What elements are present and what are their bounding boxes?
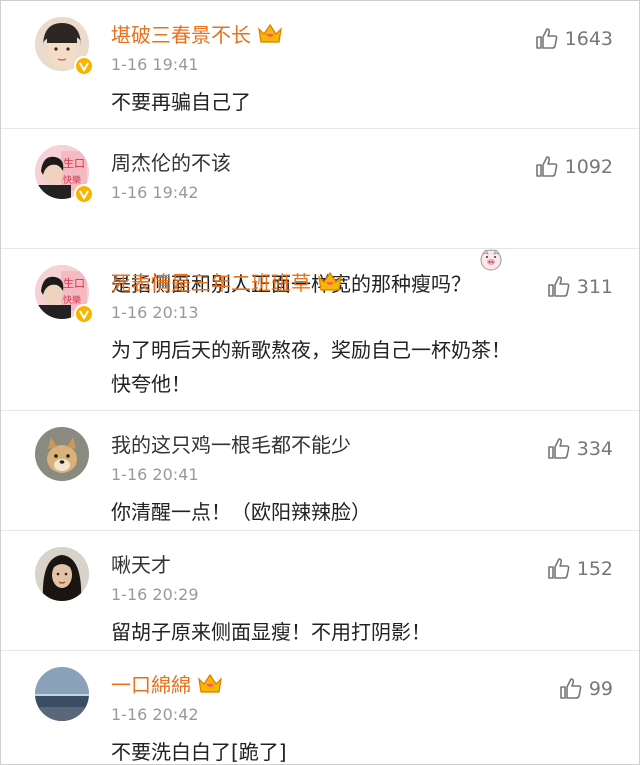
- like-count: 152: [576, 558, 613, 580]
- avatar[interactable]: [35, 547, 89, 601]
- like-button[interactable]: 1643: [535, 25, 613, 53]
- comment-list: 堪破三春景不长 1-16 19:41 不要再骗自己了 1643 生口 快樂 周杰…: [0, 0, 640, 765]
- comment-text: 不要再骗自己了: [111, 90, 251, 114]
- comment-time: 1-16 20:42: [111, 705, 199, 724]
- like-count: 311: [576, 276, 613, 298]
- verified-badge-icon: [74, 56, 94, 76]
- comment-text: 为了明后天的新歌熬夜，奖励自己一杯奶茶！ 快夸他！: [111, 338, 511, 396]
- like-count: 1643: [564, 28, 613, 50]
- thumbs-up-icon: [547, 275, 571, 299]
- like-count: 334: [576, 438, 613, 460]
- comment-text: 不要洗白白了[跪了]: [111, 740, 287, 764]
- verified-badge-icon: [74, 184, 94, 204]
- verified-badge-icon: [74, 304, 94, 324]
- comment-time: 1-16 20:13: [111, 303, 199, 322]
- username[interactable]: 死表情是三年二班班草: [111, 269, 343, 297]
- username[interactable]: 啾天才: [111, 551, 171, 579]
- comment-item: 啾天才 1-16 20:29 留胡子原来侧面显瘦！不用打阴影！ 152: [1, 531, 639, 651]
- svg-text:生口: 生口: [63, 156, 85, 170]
- like-button[interactable]: 99: [559, 675, 613, 703]
- comment-time: 1-16 20:41: [111, 465, 199, 484]
- like-button[interactable]: 334: [547, 435, 613, 463]
- username[interactable]: 堪破三春景不长: [111, 21, 283, 49]
- like-count: 1092: [564, 156, 613, 178]
- comment-item: 生口 快樂 死表情是三年二班班草 1-16 20:13 为了明后天的新歌熬夜，奖…: [1, 249, 639, 411]
- pig-face-emoji-icon: [479, 213, 503, 271]
- vip-crown-icon: [257, 21, 283, 45]
- avatar[interactable]: [35, 667, 89, 721]
- thumbs-up-icon: [547, 437, 571, 461]
- comment-item: 一口綿綿 1-16 20:42 不要洗白白了[跪了] 99: [1, 651, 639, 764]
- comment-time: 1-16 20:29: [111, 585, 199, 604]
- comment-time: 1-16 19:41: [111, 55, 199, 74]
- thumbs-up-icon: [535, 27, 559, 51]
- like-button[interactable]: 152: [547, 555, 613, 583]
- avatar[interactable]: [35, 427, 89, 481]
- thumbs-up-icon: [559, 677, 583, 701]
- svg-text:生口: 生口: [63, 276, 85, 290]
- like-button[interactable]: 1092: [535, 153, 613, 181]
- username[interactable]: 周杰伦的不该: [111, 149, 231, 177]
- username[interactable]: 一口綿綿: [111, 671, 223, 699]
- thumbs-up-icon: [535, 155, 559, 179]
- comment-text: 你清醒一点！（欧阳辣辣脸）: [111, 500, 371, 524]
- comment-item: 生口 快樂 周杰伦的不该 1-16 19:42 是指侧面和别人正面一样宽的那种瘦…: [1, 129, 639, 296]
- comment-time: 1-16 19:42: [111, 183, 199, 202]
- thumbs-up-icon: [547, 557, 571, 581]
- vip-crown-icon: [197, 671, 223, 695]
- username[interactable]: 我的这只鸡一根毛都不能少: [111, 431, 351, 459]
- vip-crown-icon: [317, 269, 343, 293]
- comment-text: 留胡子原来侧面显瘦！不用打阴影！: [111, 620, 431, 644]
- like-count: 99: [588, 678, 613, 700]
- comment-item: 堪破三春景不长 1-16 19:41 不要再骗自己了 1643: [1, 1, 639, 129]
- comment-item: 我的这只鸡一根毛都不能少 1-16 20:41 你清醒一点！（欧阳辣辣脸） 33…: [1, 411, 639, 531]
- like-button[interactable]: 311: [547, 273, 613, 301]
